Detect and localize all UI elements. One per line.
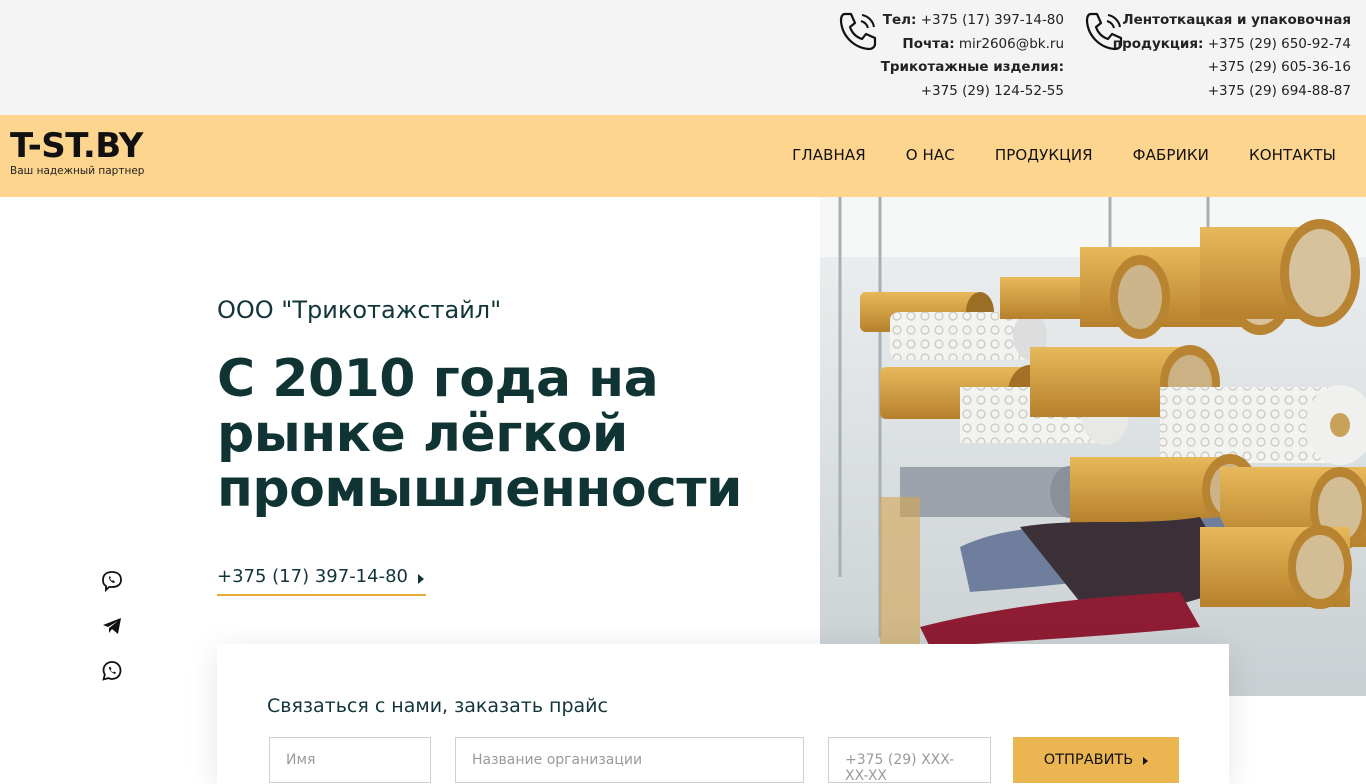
nav-item-contacts[interactable]: КОНТАКТЫ [1249,146,1336,164]
tape-label-1: Лентоткацкая и упаковочная [1122,12,1351,28]
viber-icon[interactable] [101,570,123,592]
hero-headline: С 2010 года на рынке лёгкой промышленнос… [217,349,742,519]
logo-title: T-ST.BY [10,126,143,166]
arrow-right-icon [418,574,424,584]
hero-fabric-rolls-image [820,197,1366,696]
arrow-right-icon [1143,757,1149,765]
nav-item-home[interactable]: ГЛАВНАЯ [792,146,866,164]
nav-item-factories[interactable]: ФАБРИКИ [1133,146,1209,164]
telegram-icon[interactable] [101,615,123,637]
tape-phone-3[interactable]: +375 (29) 694-88-87 [1113,80,1351,104]
tape-phone-1[interactable]: +375 (29) 650-92-74 [1208,36,1351,52]
hero-phone-link[interactable]: +375 (17) 397-14-80 [217,566,426,596]
tel-value[interactable]: +375 (17) 397-14-80 [921,12,1064,28]
phone-input[interactable]: +375 (29) XXX-XX-XX [828,737,991,784]
whatsapp-icon[interactable] [101,660,123,682]
main-navbar: T-ST.BY Ваш надежный партнер ГЛАВНАЯ О Н… [0,115,1366,197]
mail-value[interactable]: mir2606@bk.ru [959,36,1064,52]
nav-item-about[interactable]: О НАС [906,146,955,164]
organization-input[interactable]: Название организации [455,737,804,783]
mail-label: Почта: [902,35,955,52]
logo-subtitle: Ваш надежный партнер [10,165,145,177]
submit-button[interactable]: ОТПРАВИТЬ [1013,737,1179,783]
site-logo[interactable]: T-ST.BY Ваш надежный партнер [10,127,144,177]
contacts-main: Тел: +375 (17) 397-14-80 Почта: mir2606@… [881,9,1064,103]
knit-label: Трикотажные изделия: [880,59,1064,75]
nav-item-products[interactable]: ПРОДУКЦИЯ [995,146,1093,164]
tape-label-2: продукция: [1112,35,1204,52]
contact-form-card: Связаться с нами, заказать прайс Имя Наз… [217,644,1229,784]
form-title: Связаться с нами, заказать прайс [267,695,608,717]
knit-phone[interactable]: +375 (29) 124-52-55 [881,80,1064,104]
hero-phone-text: +375 (17) 397-14-80 [217,566,408,587]
phone-icon [839,12,877,51]
tape-phone-2[interactable]: +375 (29) 605-36-16 [1113,56,1351,80]
name-input[interactable]: Имя [269,737,431,783]
contacts-tape: Лентоткацкая и упаковочная продукция: +3… [1113,9,1351,103]
company-name: ООО "Трикотажстайл" [217,296,502,324]
top-contact-bar: Тел: +375 (17) 397-14-80 Почта: mir2606@… [0,0,1366,115]
nav-menu: ГЛАВНАЯ О НАС ПРОДУКЦИЯ ФАБРИКИ КОНТАКТЫ [792,146,1336,164]
tel-label: Тел: [882,12,917,28]
